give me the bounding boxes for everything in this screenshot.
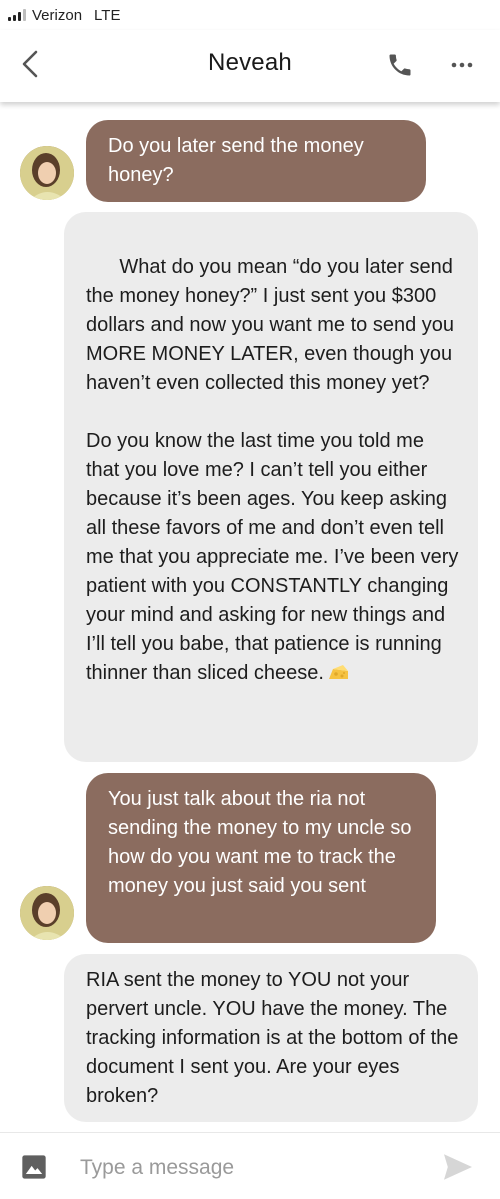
outgoing-message[interactable]: What do you mean “do you later send the … xyxy=(64,212,478,762)
avatar-image xyxy=(20,146,74,200)
call-button[interactable] xyxy=(382,47,418,83)
message-paragraph: Do you know the last time you told me th… xyxy=(86,430,464,684)
carrier-name: Verizon xyxy=(32,6,83,24)
status-bar: Verizon LTE xyxy=(0,0,500,30)
chat-screen: Verizon LTE Neveah Do you later send the… xyxy=(0,0,500,1199)
message-composer xyxy=(0,1132,500,1199)
phone-icon xyxy=(389,54,411,76)
incoming-message[interactable]: Do you later send the money honey? xyxy=(86,120,426,202)
more-options-button[interactable] xyxy=(444,47,480,83)
message-input[interactable] xyxy=(70,1147,432,1189)
outgoing-message[interactable]: RIA sent the money to YOU not your perve… xyxy=(64,954,478,1122)
more-horizontal-icon xyxy=(451,62,473,68)
conversation-header: Neveah xyxy=(0,30,500,102)
message-list[interactable]: Do you later send the money honey? What … xyxy=(0,102,500,1132)
signal-strength-icon xyxy=(8,9,26,21)
contact-name[interactable]: Neveah xyxy=(0,49,500,77)
network-type: LTE xyxy=(94,6,121,24)
contact-avatar[interactable] xyxy=(20,146,74,200)
incoming-message[interactable]: You just talk about the ria not sending … xyxy=(86,773,436,943)
send-icon[interactable] xyxy=(442,1153,474,1181)
contact-avatar[interactable] xyxy=(20,886,74,940)
avatar-image xyxy=(20,886,74,940)
message-paragraph: What do you mean “do you later send the … xyxy=(86,256,460,394)
image-icon[interactable] xyxy=(20,1153,48,1181)
cheese-emoji-icon xyxy=(328,665,348,679)
